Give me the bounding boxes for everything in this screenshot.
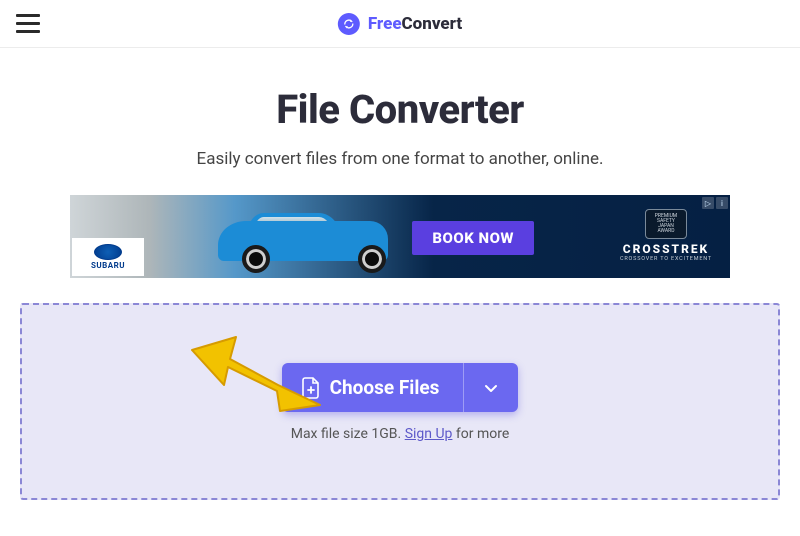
brand-text-free: Free xyxy=(368,14,402,34)
adchoice-icon: ▷ xyxy=(702,197,714,209)
max-file-text: Max file size 1GB. Sign Up for more xyxy=(42,426,758,442)
main-content: File Converter Easily convert files from… xyxy=(0,48,800,500)
site-header: FreeConvert xyxy=(0,0,800,48)
ad-badge-text: SUBARU xyxy=(91,261,125,270)
ad-info-icon: i xyxy=(716,197,728,209)
choose-files-dropdown[interactable] xyxy=(464,381,518,395)
choose-files-button[interactable]: Choose Files xyxy=(282,363,519,412)
ad-banner[interactable]: ▷ i SUBARU BOOK NOW PREMIUM SAFETY JAPAN… xyxy=(70,195,730,278)
brand-text-convert: Convert xyxy=(402,14,463,34)
chevron-down-icon xyxy=(484,381,498,395)
ad-brand-name: CROSSTREK xyxy=(620,242,712,256)
ad-car-image xyxy=(200,207,425,275)
hamburger-menu[interactable] xyxy=(16,14,40,33)
signup-link[interactable]: Sign Up xyxy=(405,426,453,442)
choose-files-label: Choose Files xyxy=(330,376,440,399)
ad-brand-block: PREMIUM SAFETY JAPAN AWARD CROSSTREK CRO… xyxy=(620,209,712,262)
page-title: File Converter xyxy=(20,86,780,133)
ad-adchoices[interactable]: ▷ i xyxy=(702,197,728,209)
subaru-logo-icon xyxy=(94,244,122,260)
file-add-icon xyxy=(302,377,320,399)
brand-logo[interactable]: FreeConvert xyxy=(338,13,462,35)
ad-brand-tagline: CROSSOVER TO EXCITEMENT xyxy=(620,256,712,262)
page-subtitle: Easily convert files from one format to … xyxy=(20,149,780,169)
brand-circle-icon xyxy=(338,13,360,35)
ad-subaru-badge: SUBARU xyxy=(72,238,144,276)
ad-shield-icon: PREMIUM SAFETY JAPAN AWARD xyxy=(645,209,687,239)
ad-cta-button[interactable]: BOOK NOW xyxy=(412,221,534,255)
file-dropzone[interactable]: Choose Files Max file size 1GB. Sign Up … xyxy=(20,303,780,500)
